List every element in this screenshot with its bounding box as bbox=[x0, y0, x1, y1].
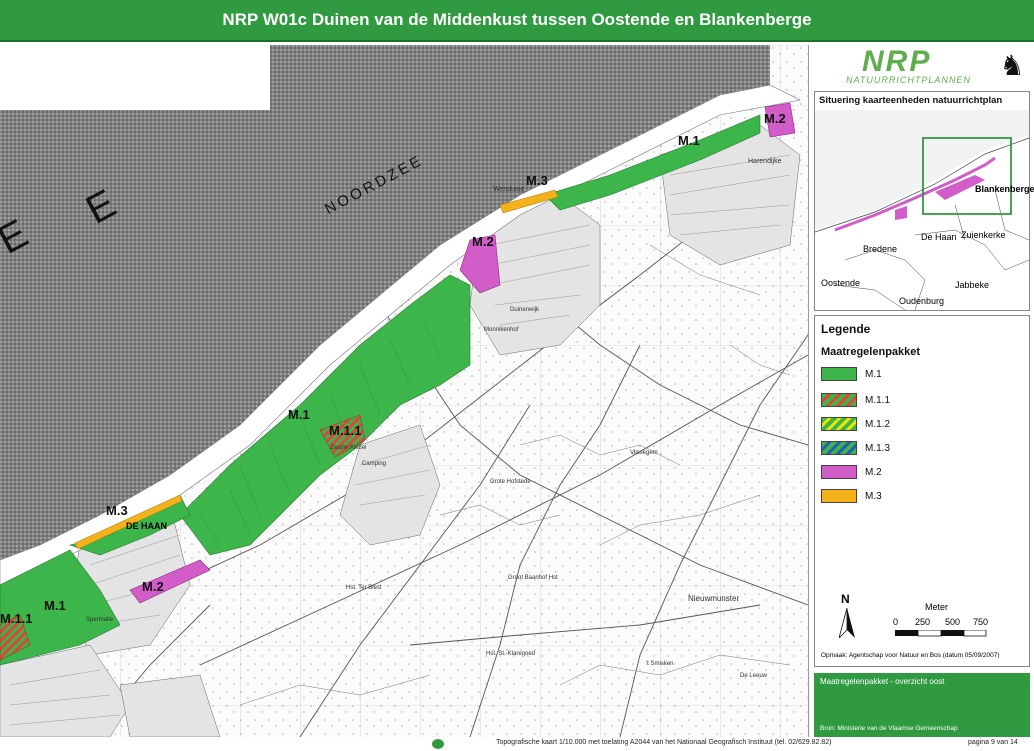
scale-tick-750: 750 bbox=[973, 617, 989, 627]
map-title: NRP W01c Duinen van de Middenkust tussen… bbox=[222, 10, 812, 29]
place-camping: Camping bbox=[362, 461, 387, 467]
place-zwarte-kiezel: Zwarte Kiezel bbox=[330, 445, 367, 451]
legend-label: M.1 bbox=[865, 368, 882, 380]
place-groot-baanhof: Groot Baanhof Hst bbox=[508, 575, 558, 581]
scale-tick-250: 250 bbox=[915, 617, 931, 627]
legend-panel: Legende Maatregelenpakket M.1 M.1.1 M.1.… bbox=[814, 315, 1030, 667]
place-hof-ter-biest: Hst. Ter Biest bbox=[346, 585, 382, 591]
side-panel: NRP NATUURRICHTPLANNEN ♞ Situering kaart… bbox=[810, 45, 1034, 737]
place-spermalie: Spermalie bbox=[86, 617, 114, 623]
scale-unit: Meter bbox=[925, 602, 949, 612]
map-canvas bbox=[0, 45, 808, 737]
logo-subtitle: NATUURRICHTPLANNEN bbox=[846, 75, 971, 85]
legend-item-m2: M.2 bbox=[821, 464, 882, 480]
logo-wordmark: NRP bbox=[862, 45, 932, 78]
inset-place-de-haan: De Haan bbox=[921, 232, 957, 242]
legend-item-m11: M.1.1 bbox=[821, 392, 890, 408]
bottom-bar: Topografische kaart 1/10.000 met toelati… bbox=[0, 737, 1034, 751]
place-kleine-klaregoed: Hst. St.-Klaregoed bbox=[486, 651, 536, 657]
legend-swatch-m1 bbox=[821, 367, 857, 381]
map-blank-area bbox=[0, 45, 270, 110]
inset-place-bredene: Bredene bbox=[863, 244, 898, 254]
legend-item-m13: M.1.3 bbox=[821, 440, 890, 456]
place-de-leeuw: De Leeuw bbox=[740, 673, 768, 679]
legend-label: M.1.1 bbox=[865, 394, 891, 406]
legend-subtitle: Maatregelenpakket bbox=[821, 346, 921, 358]
zone-label-m3-wenduine[interactable]: M.3 bbox=[526, 173, 548, 188]
inset-place-oudenburg: Oudenburg bbox=[899, 296, 945, 306]
place-grote-hofstede: Grote Hofstede bbox=[490, 479, 531, 485]
zone-label-m1-east[interactable]: M.1 bbox=[678, 133, 700, 148]
scale-tick-0: 0 bbox=[893, 617, 899, 627]
zone-label-m11-mid[interactable]: M.1.1 bbox=[329, 423, 362, 438]
page-number: pagina 9 van 14 bbox=[968, 739, 1018, 746]
map-caption: Maatregelenpakket - overzicht oost bbox=[820, 677, 945, 686]
legend-item-m12: M.1.2 bbox=[821, 416, 890, 432]
legend-item-m3: M.3 bbox=[821, 488, 882, 504]
zone-label-m2-west[interactable]: M.2 bbox=[142, 579, 164, 594]
legend-item-m1: M.1 bbox=[821, 366, 882, 382]
place-monnikenhof: Monnikenhof bbox=[484, 327, 519, 333]
flemish-lion-icon: ♞ bbox=[999, 50, 1025, 81]
scale-tick-500: 500 bbox=[945, 617, 961, 627]
map-source: Bron: Ministerie van de Vlaamse Gemeensc… bbox=[820, 725, 958, 732]
place-wenduine: Wenduine bbox=[493, 186, 525, 193]
inset-title: Situering kaarteenheden natuurrichtplan bbox=[819, 95, 1003, 106]
map-title-bar: NRP W01c Duinen van de Middenkust tussen… bbox=[0, 0, 1034, 42]
inset-place-oostende: Oostende bbox=[821, 278, 861, 288]
legend-credits: Opmaak: Agentschap voor Natuur en Bos (d… bbox=[821, 652, 1000, 659]
north-arrow-icon bbox=[839, 608, 855, 638]
nrp-logo: NRP NATUURRICHTPLANNEN ♞ bbox=[814, 45, 1030, 89]
topo-note: Topografische kaart 1/10.000 met toelati… bbox=[496, 739, 832, 746]
legend-swatch-m12 bbox=[821, 417, 857, 431]
inset-place-zuienkerke: Zuienkerke bbox=[961, 230, 1006, 240]
zone-label-m3-dehaan[interactable]: M.3 bbox=[106, 503, 128, 518]
scale-bar bbox=[895, 630, 987, 637]
place-nieuwmunster: Nieuwmunster bbox=[688, 594, 740, 603]
place-duinenwijk: Duinenwijk bbox=[510, 307, 540, 313]
legend-swatch-m2 bbox=[821, 465, 857, 479]
legend-swatch-m11 bbox=[821, 393, 857, 407]
legend-title: Legende bbox=[821, 322, 871, 336]
zone-label-m2-wenduine[interactable]: M.2 bbox=[472, 234, 494, 249]
legend-swatch-m3 bbox=[821, 489, 857, 503]
inset-place-jabbeke: Jabbeke bbox=[955, 280, 990, 290]
legend-label: M.1.3 bbox=[865, 442, 891, 454]
legend-swatch-m13 bbox=[821, 441, 857, 455]
main-map[interactable]: E E NOORDZEE M.1 M.2 M.3 M.2 M.1 M.1.1 M… bbox=[0, 45, 809, 737]
zone-label-m1-west[interactable]: M.1 bbox=[44, 598, 66, 613]
ngi-logo-icon bbox=[432, 739, 444, 749]
place-harendijke: Harendijke bbox=[748, 158, 782, 165]
caption-box: Maatregelenpakket - overzicht oost Bron:… bbox=[814, 673, 1030, 737]
inset-map-panel: Situering kaarteenheden natuurrichtplan … bbox=[814, 91, 1034, 311]
legend-label: M.2 bbox=[865, 466, 882, 478]
zone-label-m1-mid[interactable]: M.1 bbox=[288, 407, 310, 422]
north-label: N bbox=[841, 592, 850, 606]
place-smisken: 't Smisken bbox=[646, 661, 674, 667]
zone-label-m11-west[interactable]: M.1.1 bbox=[0, 611, 33, 626]
inset-place-blankenberge: Blankenberge bbox=[975, 184, 1034, 194]
place-vlissegem: Vlissegem bbox=[630, 450, 658, 456]
place-de-haan: DE HAAN bbox=[126, 521, 168, 531]
legend-label: M.3 bbox=[865, 490, 882, 502]
zone-label-m2-east[interactable]: M.2 bbox=[764, 111, 786, 126]
legend-label: M.1.2 bbox=[865, 418, 891, 430]
